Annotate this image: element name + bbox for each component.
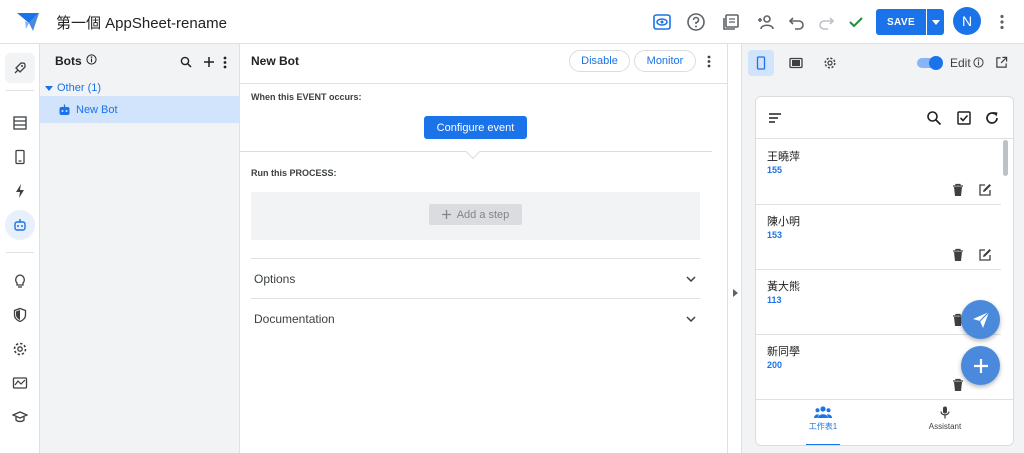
edit-toggle[interactable] — [917, 56, 944, 70]
monitor-button[interactable]: Monitor — [634, 50, 696, 72]
automation-bolt-icon[interactable] — [5, 176, 35, 206]
collapse-panel-icon[interactable] — [729, 287, 741, 299]
scrollbar[interactable] — [1003, 140, 1008, 176]
add-step-button[interactable]: Add a step — [429, 204, 522, 225]
app-screen-icon[interactable] — [5, 142, 35, 172]
contact-number: 155 — [767, 165, 783, 175]
settings-gear-icon[interactable] — [5, 334, 35, 364]
nav-tab-assistant[interactable]: Assistant — [905, 406, 985, 431]
process-area: Add a step — [251, 192, 700, 240]
add-step-label: Add a step — [456, 208, 510, 221]
info-icon[interactable] — [973, 57, 984, 71]
options-section[interactable]: Options — [251, 258, 700, 298]
delete-icon[interactable] — [951, 183, 965, 197]
add-bot-icon[interactable] — [201, 54, 217, 70]
nav-label: 工作表1 — [808, 422, 838, 431]
top-bar: 第一個 AppSheet-rename SAVE N — [0, 0, 1024, 44]
contact-number: 153 — [767, 230, 783, 240]
app-preview-panel: Edit 王曉萍 155 陳小明 153 黃大熊 113 新同學 200 工作表… — [742, 44, 1024, 453]
list-item[interactable]: 陳小明 153 — [756, 205, 1001, 270]
monitor-icon[interactable] — [5, 368, 35, 398]
select-checkbox-icon[interactable] — [955, 109, 973, 127]
search-icon[interactable] — [925, 109, 943, 127]
gallery-icon[interactable] — [720, 11, 742, 33]
contact-number: 113 — [767, 295, 782, 305]
contact-name: 新同學 — [767, 346, 800, 358]
data-table-icon[interactable] — [5, 108, 35, 138]
deploy-rocket-icon[interactable] — [5, 53, 35, 83]
bot-editor: New Bot Disable Monitor When this EVENT … — [240, 44, 728, 453]
send-fab-icon[interactable] — [961, 300, 1000, 339]
nav-label: Assistant — [928, 422, 962, 431]
people-icon — [814, 406, 832, 418]
bot-item-new-bot[interactable]: New Bot — [40, 96, 239, 123]
redo-icon[interactable] — [815, 11, 837, 33]
search-icon[interactable] — [178, 54, 194, 70]
edit-icon[interactable] — [978, 183, 992, 197]
documentation-section[interactable]: Documentation — [251, 298, 700, 338]
preview-toolbar: Edit — [742, 44, 1024, 82]
security-shield-icon[interactable] — [5, 300, 35, 330]
bot-group-label: Other (1) — [57, 82, 102, 94]
disable-button[interactable]: Disable — [569, 50, 630, 72]
event-label: When this EVENT occurs: — [251, 92, 362, 102]
save-button[interactable]: SAVE — [876, 9, 926, 35]
edit-label: Edit — [950, 56, 971, 70]
bots-panel: Bots Other (1) New Bot — [40, 44, 240, 453]
caret-down-icon — [45, 85, 53, 91]
add-fab-icon[interactable] — [961, 346, 1000, 385]
app-title: 第一個 AppSheet-rename — [56, 15, 227, 32]
edit-icon[interactable] — [978, 248, 992, 262]
share-user-icon[interactable] — [755, 11, 777, 33]
process-label: Run this PROCESS: — [251, 168, 337, 178]
lightbulb-icon[interactable] — [5, 266, 35, 296]
bot-icon — [59, 104, 70, 115]
contact-number: 200 — [767, 360, 783, 370]
bot-icon[interactable] — [5, 210, 35, 240]
nav-tab-sheet1[interactable]: 工作表1 — [783, 406, 863, 432]
bottom-nav: 工作表1 Assistant — [756, 399, 1013, 445]
mobile-view-icon[interactable] — [748, 50, 774, 76]
contact-name: 黃大熊 — [767, 281, 800, 293]
bot-group-other[interactable]: Other (1) — [45, 82, 101, 94]
refresh-icon[interactable] — [983, 109, 1001, 127]
phone-preview: 王曉萍 155 陳小明 153 黃大熊 113 新同學 200 工作表1 Ass… — [755, 96, 1014, 446]
save-options-caret-icon[interactable] — [927, 9, 944, 35]
more-vert-icon[interactable] — [217, 54, 233, 70]
phone-header — [756, 97, 1013, 139]
avatar[interactable]: N — [953, 7, 981, 35]
tablet-view-icon[interactable] — [783, 50, 809, 76]
open-external-icon[interactable] — [995, 56, 1008, 72]
settings-gear-icon[interactable] — [817, 50, 843, 76]
chevron-down-icon — [686, 315, 696, 322]
check-icon[interactable] — [845, 11, 867, 33]
bot-item-label: New Bot — [76, 103, 118, 116]
delete-icon[interactable] — [951, 248, 965, 262]
preview-eye-icon[interactable] — [651, 11, 673, 33]
contact-name: 王曉萍 — [767, 151, 800, 163]
plus-icon — [441, 210, 451, 219]
configure-event-button[interactable]: Configure event — [424, 116, 527, 139]
help-icon[interactable] — [685, 11, 707, 33]
info-icon[interactable] — [86, 54, 97, 68]
microphone-icon — [940, 406, 950, 419]
delete-icon[interactable] — [951, 378, 965, 392]
more-vert-icon[interactable] — [991, 11, 1013, 33]
appsheet-logo-icon[interactable] — [16, 11, 40, 33]
section-label: Documentation — [254, 311, 335, 326]
divider-notch — [465, 144, 481, 160]
bots-header-title: Bots — [55, 54, 82, 68]
active-tab-indicator — [806, 444, 840, 445]
list-item[interactable]: 王曉萍 155 — [756, 140, 1001, 205]
chevron-down-icon — [686, 275, 696, 282]
undo-icon[interactable] — [786, 11, 808, 33]
more-vert-icon[interactable] — [702, 53, 716, 69]
learn-cap-icon[interactable] — [5, 402, 35, 432]
left-rail — [0, 44, 40, 453]
editor-title: New Bot — [251, 54, 299, 68]
section-label: Options — [254, 271, 296, 286]
menu-icon[interactable] — [766, 109, 784, 127]
contact-name: 陳小明 — [767, 216, 800, 228]
